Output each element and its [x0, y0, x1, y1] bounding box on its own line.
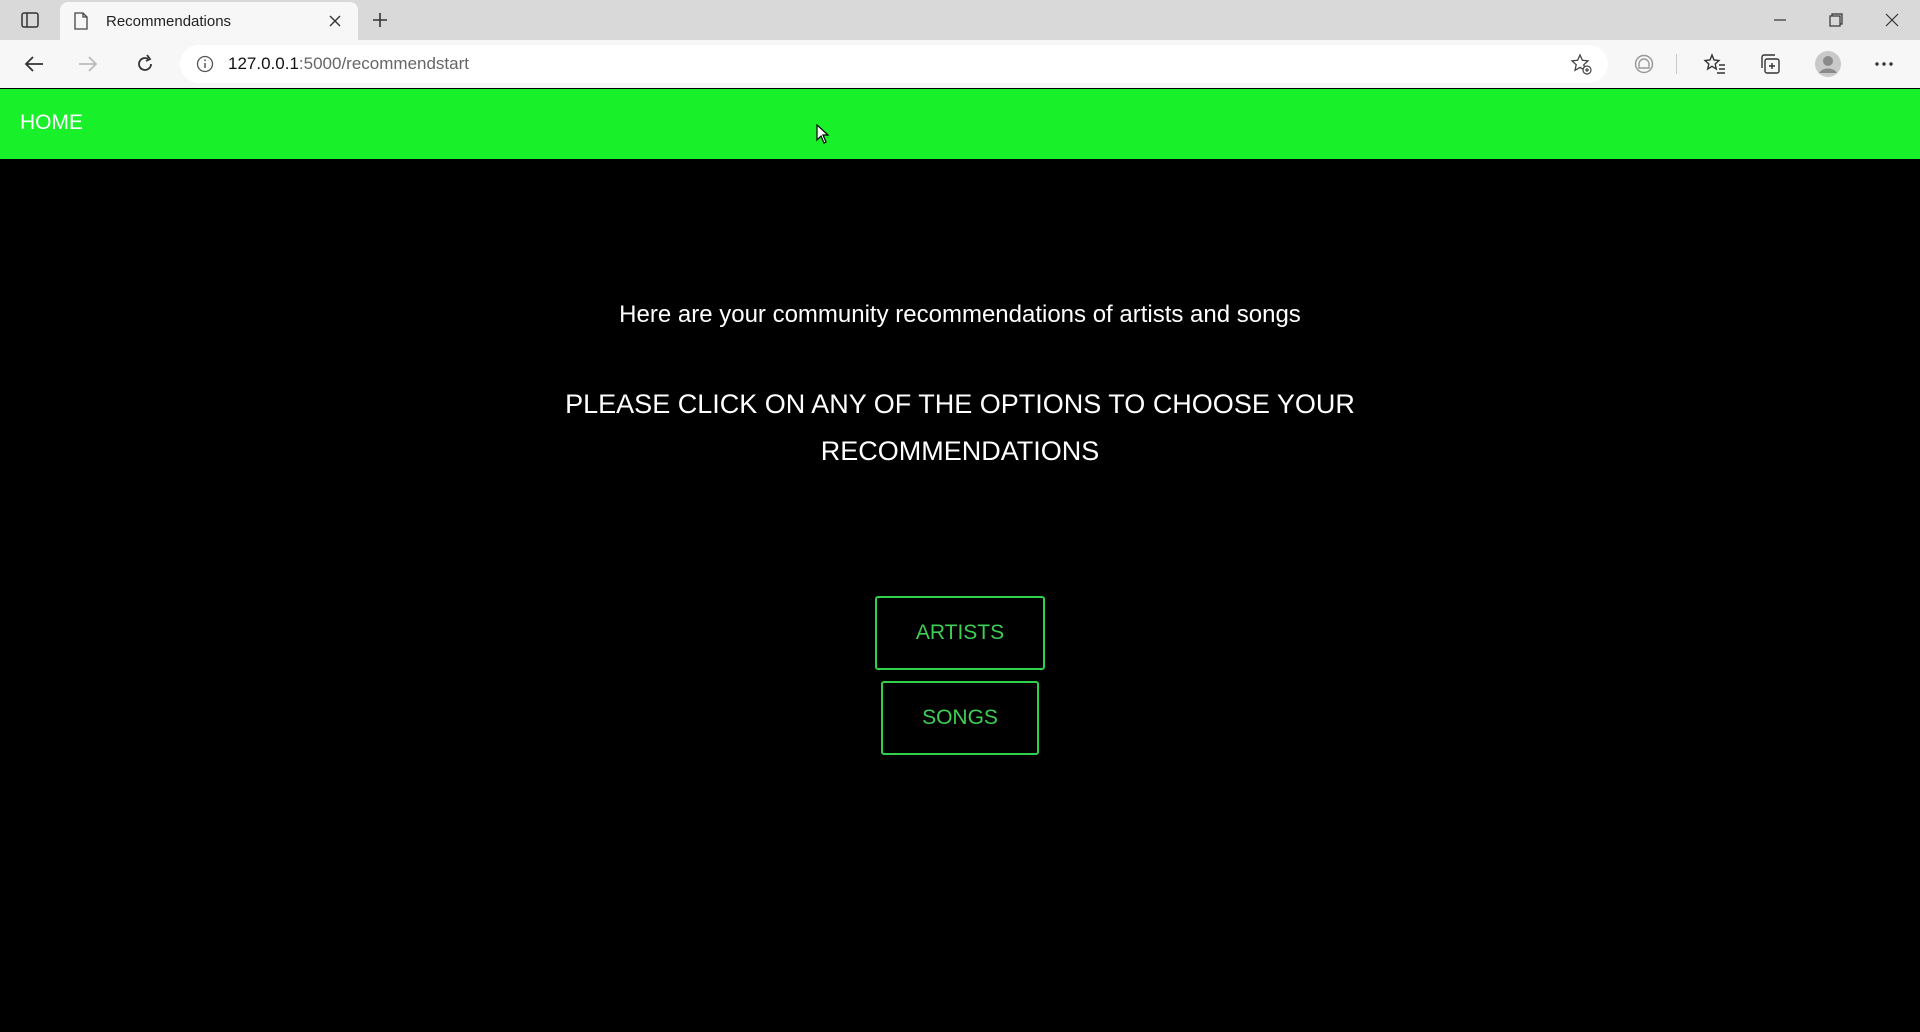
info-icon[interactable] [194, 53, 216, 75]
more-icon[interactable] [1868, 50, 1900, 78]
browser-tab[interactable]: Recommendations [60, 2, 358, 40]
favorites-icon[interactable] [1699, 50, 1731, 78]
url-text[interactable]: 127.0.0.1:5000/recommendstart [228, 54, 1568, 74]
close-icon[interactable] [324, 10, 346, 32]
tracking-icon[interactable] [1628, 50, 1660, 78]
headline-line-2: RECOMMENDATIONS [820, 436, 1100, 466]
plus-icon[interactable] [366, 8, 394, 32]
add-favorite-icon[interactable] [1568, 51, 1594, 77]
tab-actions-icon[interactable] [14, 8, 46, 32]
page-subtitle: Here are your community recommendations … [619, 301, 1301, 328]
minimize-icon[interactable] [1752, 0, 1808, 40]
artists-button[interactable]: ARTISTS [875, 596, 1045, 670]
browser-toolbar: 127.0.0.1:5000/recommendstart [0, 40, 1920, 88]
refresh-icon[interactable] [127, 48, 163, 80]
restore-icon[interactable] [1808, 0, 1864, 40]
back-icon[interactable] [16, 48, 52, 80]
window-controls [1752, 0, 1920, 40]
page-icon [74, 12, 92, 30]
url-host: 127.0.0.1 [228, 54, 299, 73]
collections-icon[interactable] [1754, 50, 1786, 78]
address-bar[interactable]: 127.0.0.1:5000/recommendstart [180, 45, 1608, 83]
browser-chrome: Recommendations 127.0.0.1:5000/recommend… [0, 0, 1920, 88]
url-path: :5000/recommendstart [298, 54, 469, 73]
main-content: Here are your community recommendations … [0, 159, 1920, 1032]
close-window-icon[interactable] [1864, 0, 1920, 40]
site-navbar: HOME [0, 89, 1920, 159]
page-headline: PLEASE CLICK ON ANY OF THE OPTIONS TO CH… [510, 381, 1410, 475]
tab-title: Recommendations [106, 12, 232, 30]
tab-bar: Recommendations [0, 0, 1920, 40]
songs-button[interactable]: SONGS [881, 681, 1039, 755]
home-link[interactable]: HOME [20, 111, 83, 135]
toolbar-divider [1676, 54, 1677, 74]
mouse-cursor-icon [816, 123, 830, 149]
forward-icon[interactable] [70, 48, 106, 80]
headline-line-1: PLEASE CLICK ON ANY OF THE OPTIONS TO CH… [565, 389, 1355, 419]
profile-avatar[interactable] [1812, 50, 1844, 78]
